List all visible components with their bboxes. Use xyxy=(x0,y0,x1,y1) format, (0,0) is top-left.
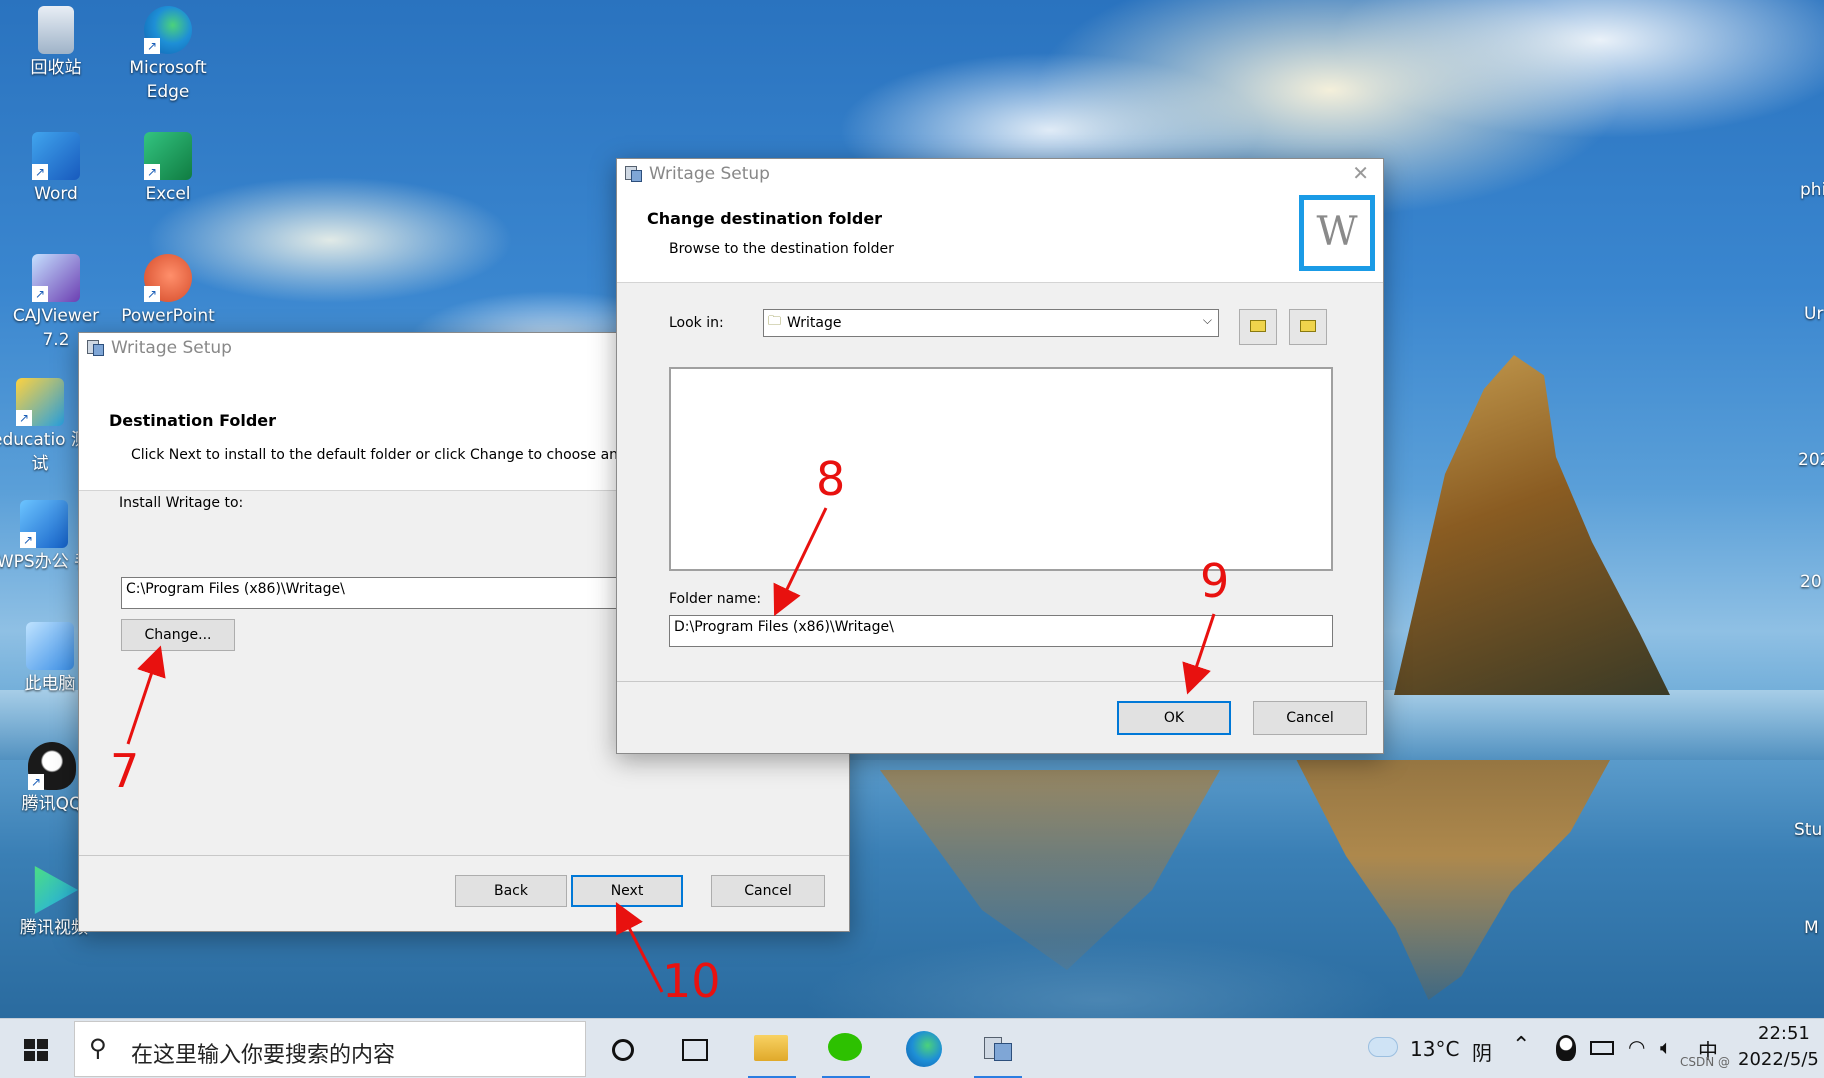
windows-logo-icon xyxy=(24,1039,48,1061)
cloud-icon xyxy=(1368,1037,1398,1057)
taskbar-wechat[interactable] xyxy=(818,1019,874,1078)
dialog-subheading: Click Next to install to the default fol… xyxy=(131,447,619,463)
folder-up-icon xyxy=(1250,320,1266,332)
clock-time[interactable]: 22:51 xyxy=(1758,1023,1810,1044)
cortana-button[interactable] xyxy=(608,1019,642,1078)
ok-button[interactable]: OK xyxy=(1117,701,1231,735)
clock-date[interactable]: 2022/5/5 xyxy=(1738,1049,1819,1070)
up-one-level-button[interactable] xyxy=(1239,309,1277,345)
desktop-icon-word[interactable]: ↗ Word xyxy=(8,132,104,206)
taskbar-file-explorer[interactable] xyxy=(744,1019,800,1078)
dialog-subheading: Browse to the destination folder xyxy=(669,241,894,257)
setup-app-icon xyxy=(623,164,643,184)
cancel-button[interactable]: Cancel xyxy=(1253,701,1367,735)
taskbar-edge[interactable] xyxy=(896,1019,952,1078)
chevron-up-icon[interactable]: ⌃ xyxy=(1512,1033,1530,1058)
weather-temperature[interactable]: 13°C xyxy=(1410,1037,1459,1061)
new-folder-button[interactable] xyxy=(1289,309,1327,345)
folder-browser-list[interactable] xyxy=(669,367,1333,571)
device-icon[interactable] xyxy=(1590,1041,1614,1055)
folder-name-label: Folder name: xyxy=(669,591,762,607)
look-in-label: Look in: xyxy=(669,315,724,331)
desktop-icon-excel[interactable]: ↗ Excel xyxy=(120,132,216,206)
excel-icon: ↗ xyxy=(144,132,192,180)
qq-icon: ↗ xyxy=(28,742,76,790)
change-button[interactable]: Change... xyxy=(121,619,235,651)
annotation-number-9: 9 xyxy=(1200,554,1230,608)
edge-icon: ↗ xyxy=(144,6,192,54)
chevron-down-icon: ⌵ xyxy=(1202,313,1212,327)
rock-formation xyxy=(1394,355,1670,695)
desktop-edge-label: Stu xyxy=(1794,820,1823,840)
qq-tray-icon[interactable] xyxy=(1556,1035,1576,1061)
desktop-icon-powerpoint[interactable]: ↗ PowerPoint xyxy=(120,254,216,328)
wps-icon: ↗ xyxy=(20,500,68,548)
folder-icon: 🗀 xyxy=(768,314,782,329)
this-pc-icon xyxy=(26,622,74,670)
recycle-bin-icon xyxy=(38,6,74,54)
education-icon: ↗ xyxy=(16,378,64,426)
annotation-number-7: 7 xyxy=(110,744,140,798)
footer-divider xyxy=(79,855,849,856)
desktop-icon-recycle-bin[interactable]: 回收站 xyxy=(8,6,104,80)
taskbar-writage-setup[interactable] xyxy=(970,1019,1026,1078)
cortana-icon xyxy=(612,1039,634,1061)
taskbar: ⚲ 在这里输入你要搜索的内容 13°C 阴 ⌃ ◠ 🔈︎ 中 22:51 202… xyxy=(0,1018,1824,1078)
task-view-icon xyxy=(682,1039,708,1061)
file-explorer-icon xyxy=(754,1035,788,1061)
taskbar-search-box[interactable]: ⚲ 在这里输入你要搜索的内容 xyxy=(74,1021,586,1077)
setup-dialog-change-folder: Writage Setup ✕ Change destination folde… xyxy=(616,158,1384,754)
new-folder-icon xyxy=(1300,320,1316,332)
wifi-icon[interactable]: ◠ xyxy=(1628,1035,1645,1059)
window-title: Writage Setup xyxy=(111,338,232,358)
powerpoint-icon: ↗ xyxy=(144,254,192,302)
start-button[interactable] xyxy=(20,1019,56,1078)
desktop-edge-label: phi xyxy=(1800,180,1824,200)
csdn-watermark: CSDN @ xyxy=(1680,1055,1731,1069)
footer-divider xyxy=(617,681,1383,682)
dialog-heading: Change destination folder xyxy=(647,209,883,228)
edge-icon xyxy=(906,1031,942,1067)
annotation-number-10: 10 xyxy=(662,954,721,1008)
desktop-icon-edge[interactable]: ↗ Microsoft Edge xyxy=(120,6,216,104)
search-icon: ⚲ xyxy=(89,1034,107,1062)
cajviewer-icon: ↗ xyxy=(32,254,80,302)
weather-description[interactable]: 阴 xyxy=(1472,1037,1492,1066)
window-title: Writage Setup xyxy=(649,164,770,184)
install-location-label: Install Writage to: xyxy=(119,495,244,511)
task-view-button[interactable] xyxy=(678,1019,714,1078)
desktop-edge-label: 20 xyxy=(1800,572,1822,592)
setup-app-icon xyxy=(982,1033,1014,1065)
desktop-icon-education[interactable]: ↗ educatio 测试 xyxy=(0,378,88,476)
desktop-edge-label: M xyxy=(1804,918,1819,938)
cancel-button[interactable]: Cancel xyxy=(711,875,825,907)
wechat-icon xyxy=(828,1033,862,1061)
desktop-edge-label: 202 xyxy=(1798,450,1824,470)
rock-reflection-2 xyxy=(880,770,1220,970)
rock-reflection xyxy=(1296,760,1610,1000)
close-icon[interactable]: ✕ xyxy=(1352,161,1369,185)
look-in-dropdown[interactable]: 🗀 Writage ⌵ xyxy=(763,309,1219,337)
look-in-value: Writage xyxy=(787,315,842,331)
setup-app-icon xyxy=(85,338,105,358)
desktop-edge-label: Ur xyxy=(1804,304,1824,324)
word-icon: ↗ xyxy=(32,132,80,180)
back-button[interactable]: Back xyxy=(455,875,567,907)
dialog-header: Change destination folder Browse to the … xyxy=(617,189,1383,283)
tencent-video-icon xyxy=(34,866,78,914)
search-placeholder: 在这里输入你要搜索的内容 xyxy=(131,1043,396,1068)
next-button[interactable]: Next xyxy=(571,875,683,907)
volume-icon[interactable]: 🔈︎ xyxy=(1660,1035,1672,1059)
writage-logo: W xyxy=(1299,195,1375,271)
title-bar[interactable]: Writage Setup ✕ xyxy=(617,159,1383,189)
annotation-number-8: 8 xyxy=(816,452,846,506)
folder-name-field[interactable]: D:\Program Files (x86)\Writage\ xyxy=(669,615,1333,647)
dialog-heading: Destination Folder xyxy=(109,411,277,430)
